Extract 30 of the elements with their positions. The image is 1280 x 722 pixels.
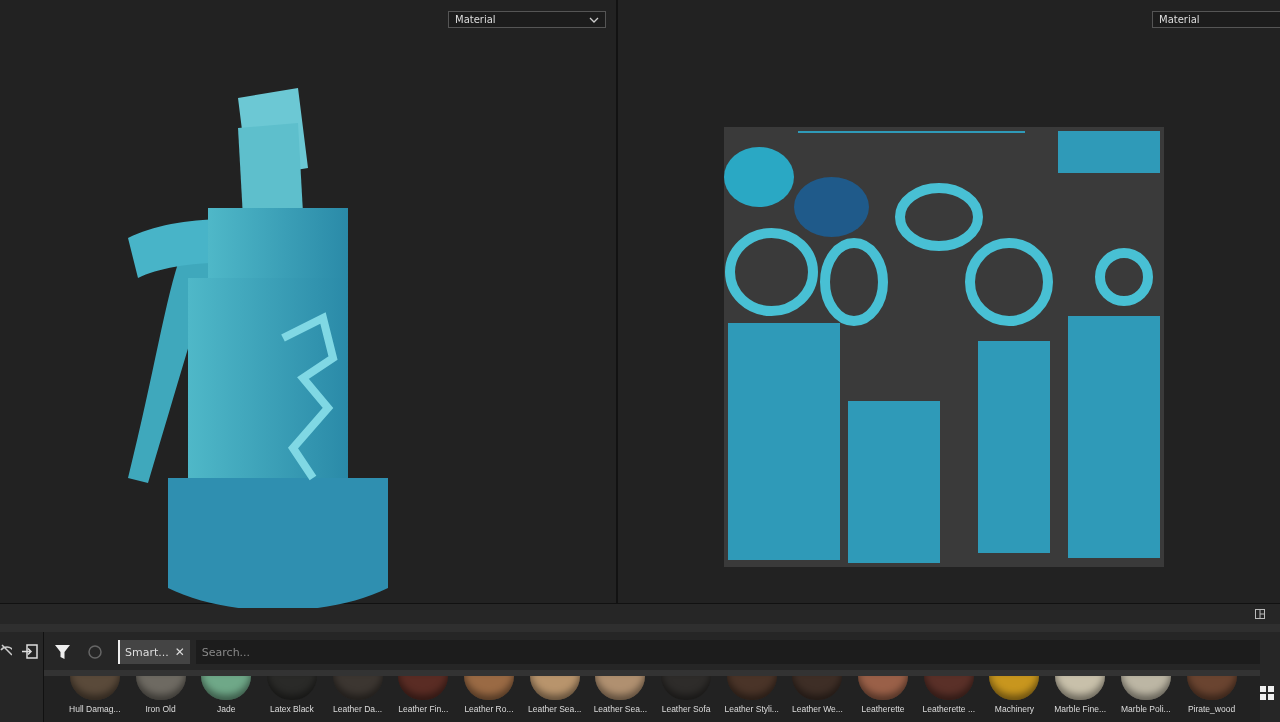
export-icon <box>22 644 38 659</box>
material-item[interactable]: Leather Sea... <box>587 676 654 722</box>
material-item[interactable]: Leather Sea... <box>521 676 588 722</box>
layout-icon <box>1255 609 1265 619</box>
filter-icon <box>55 645 70 659</box>
search-field[interactable]: Search... <box>195 640 1260 664</box>
material-item[interactable]: Leather Da... <box>324 676 391 722</box>
material-item[interactable]: Leather Fin... <box>390 676 457 722</box>
caret-icon <box>589 16 599 23</box>
material-item[interactable]: Machinery <box>981 676 1048 722</box>
material-item[interactable]: Hull Damag... <box>62 676 128 722</box>
material-item[interactable]: Latex Black <box>259 676 325 722</box>
material-item[interactable]: Leatherette <box>850 676 916 722</box>
eye-off-icon <box>0 644 12 656</box>
circle-icon <box>88 645 102 659</box>
material-item[interactable]: Marble Fine... <box>1047 676 1113 722</box>
material-item[interactable]: Marble Poli... <box>1113 676 1179 722</box>
material-item[interactable]: Leather Sofa <box>653 676 719 722</box>
material-item[interactable]: Jade <box>193 676 260 722</box>
view-mode-dropdown[interactable]: Material <box>448 11 606 28</box>
material-item[interactable]: Leather Styli... <box>718 676 785 722</box>
material-item[interactable]: Pirate_wood <box>1178 676 1245 722</box>
material-item[interactable]: Leather Ro... <box>456 676 522 722</box>
material-item[interactable]: Leather We... <box>784 676 851 722</box>
grid-view-icon <box>1260 686 1274 700</box>
view-mode-dropdown[interactable]: Material <box>1152 11 1280 28</box>
material-item[interactable]: Iron Old <box>127 676 194 722</box>
filter-tag[interactable]: Smart... ✕ <box>118 640 190 664</box>
close-icon[interactable]: ✕ <box>174 645 185 659</box>
material-item[interactable]: Leatherette ... <box>915 676 982 722</box>
